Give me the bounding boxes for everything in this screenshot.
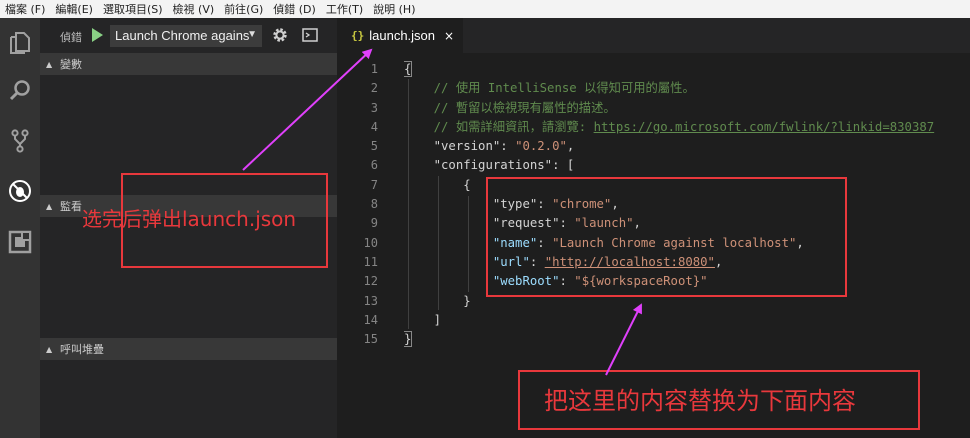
line-number: 11: [363, 254, 378, 269]
launch-config-value: Launch Chrome agains: [115, 28, 250, 43]
section-variables-label: 變數: [60, 58, 82, 71]
debug-console-icon[interactable]: [302, 28, 318, 42]
code-line: // 暫留以檢視現有屬性的描述。: [404, 100, 616, 115]
menu-edit[interactable]: 編輯(E): [50, 1, 98, 17]
extensions-icon[interactable]: [4, 226, 36, 258]
line-number-gutter: 1 2 3 4 5 6 7 8 9 10 11 12 13 14 15: [337, 60, 382, 349]
annotation-box-code: [486, 177, 847, 297]
start-debugging-icon[interactable]: [90, 27, 104, 43]
debug-toolbar: 偵錯 Launch Chrome agains ▼: [40, 18, 337, 53]
line-number: 6: [370, 158, 378, 173]
gear-icon[interactable]: [272, 27, 288, 43]
menu-view[interactable]: 檢視 (V): [168, 1, 220, 17]
search-icon[interactable]: [4, 75, 36, 107]
line-number: 5: [370, 139, 378, 154]
section-variables[interactable]: ▲ 變數: [40, 53, 337, 75]
menu-file[interactable]: 檔案 (F): [0, 1, 50, 17]
line-number: 8: [370, 197, 378, 212]
line-number: 1: [370, 62, 378, 76]
tab-label: launch.json: [369, 28, 436, 43]
line-number: 14: [363, 312, 378, 327]
code-line: // 如需詳細資訊，請瀏覽: https://go.microsoft.com/…: [404, 119, 935, 134]
files-icon[interactable]: [4, 26, 36, 58]
debug-icon[interactable]: [4, 175, 36, 207]
collapse-arrow-icon: ▲: [46, 59, 53, 69]
tab-launch-json[interactable]: {} launch.json ×: [337, 18, 463, 53]
section-call-stack-label: 呼叫堆疊: [60, 343, 104, 356]
launch-config-select[interactable]: Launch Chrome agains ▼: [110, 25, 262, 47]
code-line: // 使用 IntelliSense 以得知可用的屬性。: [404, 81, 695, 96]
line-number: 9: [370, 216, 378, 231]
menu-go[interactable]: 前往(G): [219, 1, 268, 17]
menu-bar: 檔案 (F) 編輯(E) 選取項目(S) 檢視 (V) 前往(G) 偵錯 (D)…: [0, 0, 970, 18]
collapse-arrow-icon: ▲: [46, 344, 53, 354]
line-number: 4: [370, 119, 378, 134]
menu-debug[interactable]: 偵錯 (D): [268, 1, 321, 17]
code-line: }: [404, 331, 413, 348]
code-line: "version": "0.2.0",: [433, 139, 575, 154]
line-number: 15: [363, 332, 378, 347]
tab-strip: {} launch.json ×: [337, 18, 970, 53]
activity-bar: [0, 18, 40, 438]
close-icon[interactable]: ×: [444, 29, 454, 43]
menu-tasks[interactable]: 工作(T): [321, 1, 368, 17]
line-number: 10: [363, 235, 378, 250]
line-number: 3: [370, 100, 378, 115]
source-control-icon[interactable]: [4, 125, 36, 157]
code-line: "configurations": [: [433, 158, 575, 173]
section-call-stack[interactable]: ▲ 呼叫堆疊: [40, 338, 337, 360]
chevron-down-icon: ▼: [247, 29, 257, 40]
annotation-left-note: 选完后弹出launch.json: [82, 207, 297, 231]
menu-selection[interactable]: 選取項目(S): [98, 1, 168, 17]
code-line: {: [404, 61, 413, 77]
menu-help[interactable]: 說明 (H): [368, 1, 420, 17]
section-watch-label: 監看: [60, 200, 82, 213]
line-number: 12: [363, 274, 378, 289]
code-line: ]: [433, 312, 442, 327]
annotation-bottom-note: 把这里的内容替换为下面内容: [544, 387, 856, 415]
collapse-arrow-icon: ▲: [46, 201, 53, 211]
line-number: 7: [370, 177, 378, 192]
json-file-icon: {}: [351, 29, 365, 42]
sidebar-title: 偵錯: [60, 31, 82, 44]
line-number: 13: [363, 293, 378, 308]
line-number: 2: [370, 81, 378, 96]
